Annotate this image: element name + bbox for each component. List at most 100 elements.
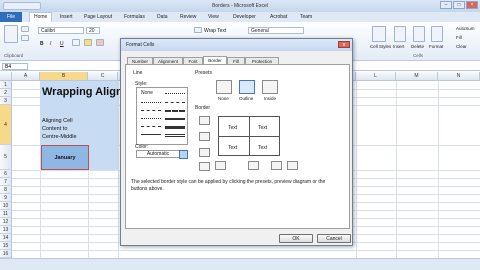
border-left-button[interactable] — [215, 161, 226, 170]
tab-review[interactable]: Review — [180, 14, 196, 20]
tab-acrobat[interactable]: Acrobat — [270, 14, 287, 20]
preset-none-button[interactable] — [216, 80, 232, 94]
row-header[interactable]: 6 — [0, 170, 12, 178]
color-dropdown-arrow-icon[interactable] — [179, 150, 188, 159]
paste-icon[interactable] — [4, 25, 18, 43]
row-header[interactable]: 4 — [0, 105, 12, 145]
copy-icon[interactable] — [21, 35, 29, 41]
line-style-option[interactable] — [165, 93, 185, 94]
title-bar: Borders - Microsoft Excel – □ × — [0, 0, 480, 12]
close-window-icon[interactable]: × — [466, 1, 478, 9]
bold-button[interactable]: B — [40, 41, 44, 47]
column-header-n[interactable]: N — [438, 72, 480, 81]
column-header-a[interactable]: A — [12, 72, 40, 81]
row-header[interactable]: 5 — [0, 145, 12, 170]
cut-icon[interactable] — [21, 26, 29, 32]
row-header[interactable]: 1 — [0, 81, 12, 89]
border-middle-vertical-button[interactable] — [248, 161, 259, 170]
row-header[interactable]: 7 — [0, 178, 12, 186]
cells-group-label: Cells — [413, 53, 424, 58]
tab-developer[interactable]: Developer — [233, 14, 256, 20]
maximize-icon[interactable]: □ — [453, 1, 465, 9]
row-header[interactable]: 13 — [0, 226, 12, 234]
border-bottom-button[interactable] — [199, 148, 210, 157]
delete-cells-button[interactable]: Delete — [411, 44, 424, 49]
select-all-corner[interactable] — [0, 72, 12, 81]
line-style-option[interactable] — [165, 126, 185, 129]
column-header-c[interactable]: C — [88, 72, 118, 81]
cancel-button[interactable]: Cancel — [317, 234, 351, 243]
cell-styles-button[interactable]: Cell Styles — [370, 44, 391, 49]
row-header[interactable]: 12 — [0, 218, 12, 226]
fill-button[interactable]: Fill — [456, 35, 462, 40]
close-icon[interactable]: x — [338, 41, 350, 48]
row-header[interactable]: 3 — [0, 97, 12, 105]
row-header[interactable]: 14 — [0, 234, 12, 242]
tab-team[interactable]: Team — [300, 14, 312, 20]
line-style-option[interactable] — [141, 126, 161, 127]
italic-button[interactable]: I — [50, 41, 51, 47]
border-right-button[interactable] — [271, 161, 282, 170]
minimize-icon[interactable]: – — [440, 1, 452, 9]
line-style-option[interactable] — [141, 134, 161, 135]
column-header-b[interactable]: B — [40, 72, 88, 81]
tab-home[interactable]: Home — [29, 12, 53, 22]
delete-cells-icon[interactable] — [413, 26, 425, 42]
line-style-option[interactable] — [141, 118, 161, 119]
font-size-box[interactable]: 20 — [86, 27, 100, 34]
font-name-box[interactable]: Calibri — [38, 27, 84, 34]
line-style-option[interactable] — [165, 102, 185, 103]
border-top-button[interactable] — [199, 116, 210, 125]
cell-title-text: Wrapping Align — [42, 86, 123, 98]
line-style-none[interactable]: None — [141, 90, 153, 96]
number-format-box[interactable]: General — [248, 27, 304, 34]
tab-insert[interactable]: Insert — [60, 14, 73, 20]
row-header[interactable]: 8 — [0, 186, 12, 194]
row-header[interactable]: 2 — [0, 89, 12, 97]
fill-color-icon[interactable] — [84, 39, 92, 46]
ok-button[interactable]: OK — [279, 234, 313, 243]
format-cells-icon[interactable] — [431, 26, 443, 42]
preset-inside-label: Inside — [264, 96, 277, 101]
row-header[interactable]: 11 — [0, 210, 12, 218]
row-header[interactable]: 10 — [0, 202, 12, 210]
row-header[interactable]: 9 — [0, 194, 12, 202]
insert-cells-button[interactable]: Insert — [393, 44, 404, 49]
line-style-option[interactable] — [141, 110, 161, 111]
preset-inside-button[interactable] — [262, 80, 278, 94]
row-header[interactable]: 15 — [0, 242, 12, 250]
line-style-option[interactable] — [165, 110, 185, 112]
border-diagonal-down-button[interactable] — [287, 161, 298, 170]
tab-file[interactable]: File — [0, 12, 22, 22]
border-diagonal-up-button[interactable] — [199, 162, 210, 171]
tab-view[interactable]: View — [208, 14, 219, 20]
line-style-option[interactable] — [165, 134, 185, 137]
underline-button[interactable]: U — [60, 41, 64, 47]
preset-outline-button[interactable] — [239, 80, 255, 94]
borders-icon[interactable] — [72, 39, 80, 46]
cell-january[interactable]: January — [41, 145, 89, 170]
border-middle-horizontal-button[interactable] — [199, 132, 210, 141]
cell-body-line: Aligning Cell — [42, 118, 73, 124]
row-header[interactable]: 16 — [0, 250, 12, 258]
column-header-m[interactable]: M — [396, 72, 438, 81]
clear-button[interactable]: Clear — [456, 44, 467, 49]
insert-cells-icon[interactable] — [394, 26, 406, 42]
column-header-l[interactable]: L — [356, 72, 396, 81]
line-style-option[interactable] — [141, 102, 161, 103]
format-cells-button[interactable]: Format — [429, 44, 443, 49]
autosum-button[interactable]: AutoSum — [456, 26, 475, 31]
preview-text: Text — [228, 125, 238, 131]
cell-styles-icon[interactable] — [372, 26, 386, 42]
tab-formulas[interactable]: Formulas — [124, 14, 145, 20]
presets-label: Presets — [195, 70, 212, 76]
color-dropdown[interactable]: Automatic — [136, 150, 180, 158]
line-style-option[interactable] — [165, 118, 185, 120]
line-style-list[interactable]: None — [136, 87, 188, 145]
wrap-text-icon[interactable] — [194, 27, 202, 33]
wrap-text-button[interactable]: Wrap Text — [204, 28, 226, 34]
tab-page-layout[interactable]: Page Layout — [84, 14, 112, 20]
font-color-icon[interactable] — [96, 39, 104, 46]
name-box[interactable]: B4 — [2, 63, 28, 70]
tab-data[interactable]: Data — [157, 14, 168, 20]
